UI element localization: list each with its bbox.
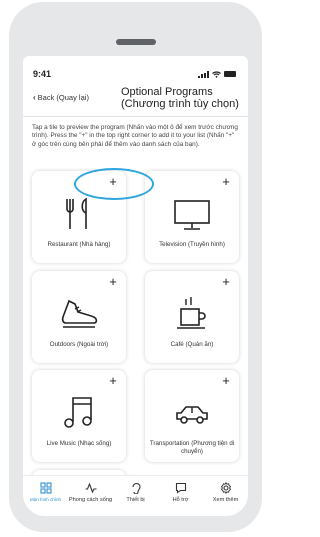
tab-lifestyle[interactable]: Phong cách sống bbox=[68, 476, 113, 516]
tile-label: Café (Quán ăn) bbox=[170, 341, 214, 348]
car-icon bbox=[176, 406, 208, 424]
wifi-icon bbox=[212, 70, 221, 78]
page-title: Optional Programs (Chương trình tùy chọn… bbox=[121, 86, 239, 110]
shoe-icon bbox=[61, 299, 98, 328]
chat-bubble-icon bbox=[175, 482, 186, 494]
home-grid-icon bbox=[39, 482, 52, 494]
tab-label: Màn hình chính bbox=[29, 497, 62, 502]
battery-icon bbox=[224, 71, 236, 77]
restaurant-icon bbox=[66, 197, 87, 229]
tile-transportation[interactable]: + Transportation (Phương tiện di chuyển) bbox=[145, 370, 239, 462]
add-transportation-button[interactable]: + bbox=[220, 374, 232, 387]
tile-outdoors[interactable]: + Outdoors (Ngoài trời) bbox=[32, 271, 126, 363]
tile-cafe[interactable]: + Café (Quán ăn) bbox=[145, 271, 239, 363]
bottom-tab-bar: Màn hình chính Phong cách sống Thiết bị … bbox=[23, 475, 248, 516]
add-cafe-button[interactable]: + bbox=[220, 275, 232, 288]
tile-label: Outdoors (Ngoài trời) bbox=[49, 341, 109, 348]
app-screen: 9:41 ‹ Back (Quay lại) Optional Programs… bbox=[23, 56, 248, 516]
highlight-annotation bbox=[74, 168, 154, 200]
tab-support[interactable]: Hỗ trợ bbox=[158, 476, 203, 516]
phone-speaker-notch bbox=[116, 39, 156, 45]
tile-label: Live Music (Nhạc sống) bbox=[46, 440, 112, 447]
tile-television[interactable]: + Television (Truyền hình) bbox=[145, 171, 239, 263]
tile-label: Television (Truyền hình) bbox=[159, 241, 225, 248]
tab-devices[interactable]: Thiết bị bbox=[113, 476, 158, 516]
status-time: 9:41 bbox=[33, 69, 52, 79]
back-button[interactable]: ‹ Back (Quay lại) bbox=[33, 93, 89, 102]
status-icons bbox=[198, 70, 236, 78]
television-icon bbox=[174, 200, 210, 230]
tile-label: Restaurant (Nhà hàng) bbox=[47, 241, 111, 248]
header-divider bbox=[23, 116, 248, 117]
chevron-left-icon: ‹ bbox=[33, 93, 36, 102]
music-note-icon bbox=[64, 397, 92, 428]
status-bar: 9:41 bbox=[33, 68, 236, 80]
coffee-cup-icon bbox=[177, 297, 206, 329]
add-live-music-button[interactable]: + bbox=[107, 374, 119, 387]
add-outdoors-button[interactable]: + bbox=[107, 275, 119, 288]
gear-icon bbox=[220, 482, 231, 494]
back-label: Back (Quay lại) bbox=[37, 93, 89, 102]
tab-label: Xem thêm bbox=[212, 497, 239, 503]
ear-icon bbox=[131, 482, 141, 494]
tab-label: Hỗ trợ bbox=[172, 497, 189, 503]
add-television-button[interactable]: + bbox=[220, 175, 232, 188]
tab-home[interactable]: Màn hình chính bbox=[23, 476, 68, 516]
tab-more[interactable]: Xem thêm bbox=[203, 476, 248, 516]
lifestyle-icon bbox=[85, 482, 96, 494]
page-header: ‹ Back (Quay lại) Optional Programs (Chư… bbox=[23, 84, 248, 114]
instructions-text: Tap a tile to preview the program (Nhấn … bbox=[32, 124, 238, 148]
tab-label: Phong cách sống bbox=[68, 497, 113, 503]
tile-live-music[interactable]: + Live Music (Nhạc sống) bbox=[32, 370, 126, 462]
cellular-signal-icon bbox=[198, 70, 209, 78]
tile-label: Transportation (Phương tiện di chuyển) bbox=[149, 440, 235, 455]
tab-label: Thiết bị bbox=[126, 497, 145, 503]
